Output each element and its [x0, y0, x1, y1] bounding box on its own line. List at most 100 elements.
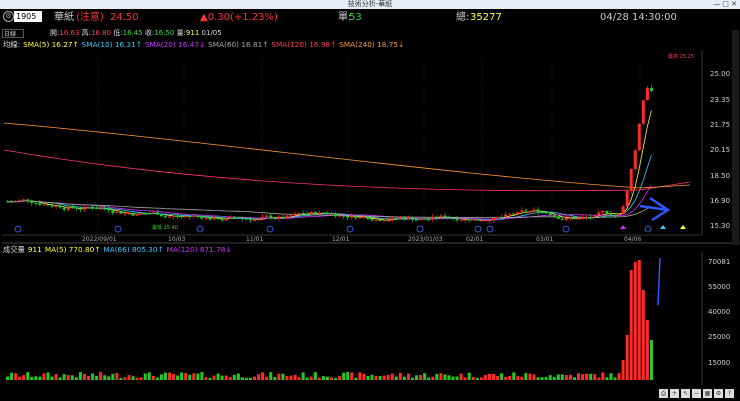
volume-bar [423, 373, 427, 380]
candle-body [402, 217, 406, 220]
candle-body [119, 211, 123, 214]
volume-bar [451, 376, 455, 380]
candle-body [204, 217, 208, 219]
candle-body [220, 219, 224, 221]
volume-bar [257, 374, 261, 380]
volume-tick-label: 70081 [708, 258, 730, 266]
candle-body [435, 216, 439, 218]
volume-bar [625, 335, 629, 380]
event-marker[interactable] [114, 225, 122, 233]
candle-body [46, 204, 50, 206]
candle-body [346, 215, 350, 218]
x-tick-label: 02/01 [466, 236, 483, 243]
event-marker[interactable] [346, 225, 354, 233]
volume-bar [431, 376, 435, 380]
event-marker[interactable] [644, 225, 652, 233]
ma-item: SMA(5) 16.27↑ [23, 40, 79, 49]
volume-bar [597, 377, 601, 380]
grid-icon[interactable]: ▦ [703, 389, 712, 398]
volume-value: 911 [27, 245, 42, 254]
zoom-out-icon[interactable]: − [692, 389, 701, 398]
volume-bar [338, 376, 342, 380]
volume-bar [362, 373, 366, 380]
candle-body [415, 219, 419, 221]
candle-body [536, 209, 540, 213]
candle-body [467, 219, 471, 221]
volume-bar [496, 376, 500, 380]
volume-bar [605, 377, 609, 380]
candle-body [471, 219, 475, 221]
candle-body [613, 215, 617, 217]
volume-bar [516, 376, 520, 380]
event-marker[interactable] [14, 225, 22, 233]
ma-line-20 [7, 185, 652, 220]
candle-body [475, 219, 479, 221]
volume-bar [188, 374, 192, 380]
candle-body [58, 205, 62, 208]
signal-marker [660, 225, 666, 229]
volume-bar [334, 377, 338, 380]
candle-body [496, 216, 500, 218]
event-marker[interactable] [562, 225, 570, 233]
volume-bar [487, 373, 491, 380]
volume-bar [439, 373, 443, 380]
candle-body [556, 216, 560, 219]
zoom-in-icon[interactable]: + [670, 389, 679, 398]
volume-bar [419, 375, 423, 380]
candle-body [637, 123, 641, 151]
volume-bar [309, 376, 313, 380]
volume-bar [455, 376, 459, 380]
vol-ma-item: MA(66) 805.30↑ [103, 245, 164, 254]
candle-body [249, 219, 252, 221]
vol-value: 911 [185, 29, 200, 37]
volume-bar [196, 373, 200, 380]
settings-icon[interactable]: ⚙ [714, 389, 723, 398]
event-marker[interactable] [474, 225, 482, 233]
volume-bar [285, 375, 289, 380]
event-marker[interactable] [196, 225, 204, 233]
candle-body [649, 87, 653, 92]
ma-item: SMA(60) 16.81↑ [208, 40, 269, 49]
candle-body [224, 218, 228, 221]
gear-icon[interactable]: ⚙ [3, 11, 14, 22]
ma-item: SMA(20) 16.47↓ [144, 40, 206, 49]
high-annotation: 最高 25.25 [668, 53, 694, 60]
help-icon[interactable]: ? [725, 389, 734, 398]
candle-body [597, 212, 601, 216]
cursor-icon[interactable]: ↖ [681, 389, 690, 398]
candle-body [577, 218, 581, 220]
candle-body [548, 213, 552, 216]
total-label: 總: [456, 12, 470, 23]
volume-bar [281, 373, 285, 380]
candle-body [581, 217, 585, 219]
candle-body [99, 208, 103, 210]
price-chart[interactable]: 25.00 23.35 21.75 20.15 18.50 16.90 15.30 7008… [0, 0, 740, 401]
candle-body [184, 216, 188, 218]
event-marker[interactable] [266, 225, 274, 233]
candle-body [30, 200, 34, 203]
volume-bar [87, 375, 90, 380]
event-marker[interactable] [416, 225, 424, 233]
candle-body [589, 217, 593, 219]
volume-bar [637, 260, 641, 380]
stock-code-input[interactable]: 1905 [14, 11, 42, 22]
volume-value: 53 [349, 12, 362, 23]
volume-bar [253, 376, 257, 380]
window-controls[interactable]: — □ ✕ [713, 0, 737, 9]
candle-body [625, 190, 629, 207]
vertical-scrollbar[interactable] [732, 30, 739, 245]
candle-body [641, 100, 645, 124]
volume-bar [532, 374, 536, 380]
volume-bar [289, 375, 293, 380]
volume-bar [398, 372, 402, 380]
open-label: 開: [50, 29, 60, 37]
candle-body [192, 215, 196, 217]
print-icon[interactable]: ⎙ [659, 389, 668, 398]
ma-line-240 [3, 122, 691, 189]
signal-marker [680, 225, 686, 229]
candle-body [253, 220, 257, 222]
candle-body [180, 216, 184, 218]
period-select[interactable]: 日線 [2, 29, 24, 38]
volume-bar [321, 376, 325, 380]
event-marker[interactable] [486, 225, 494, 233]
